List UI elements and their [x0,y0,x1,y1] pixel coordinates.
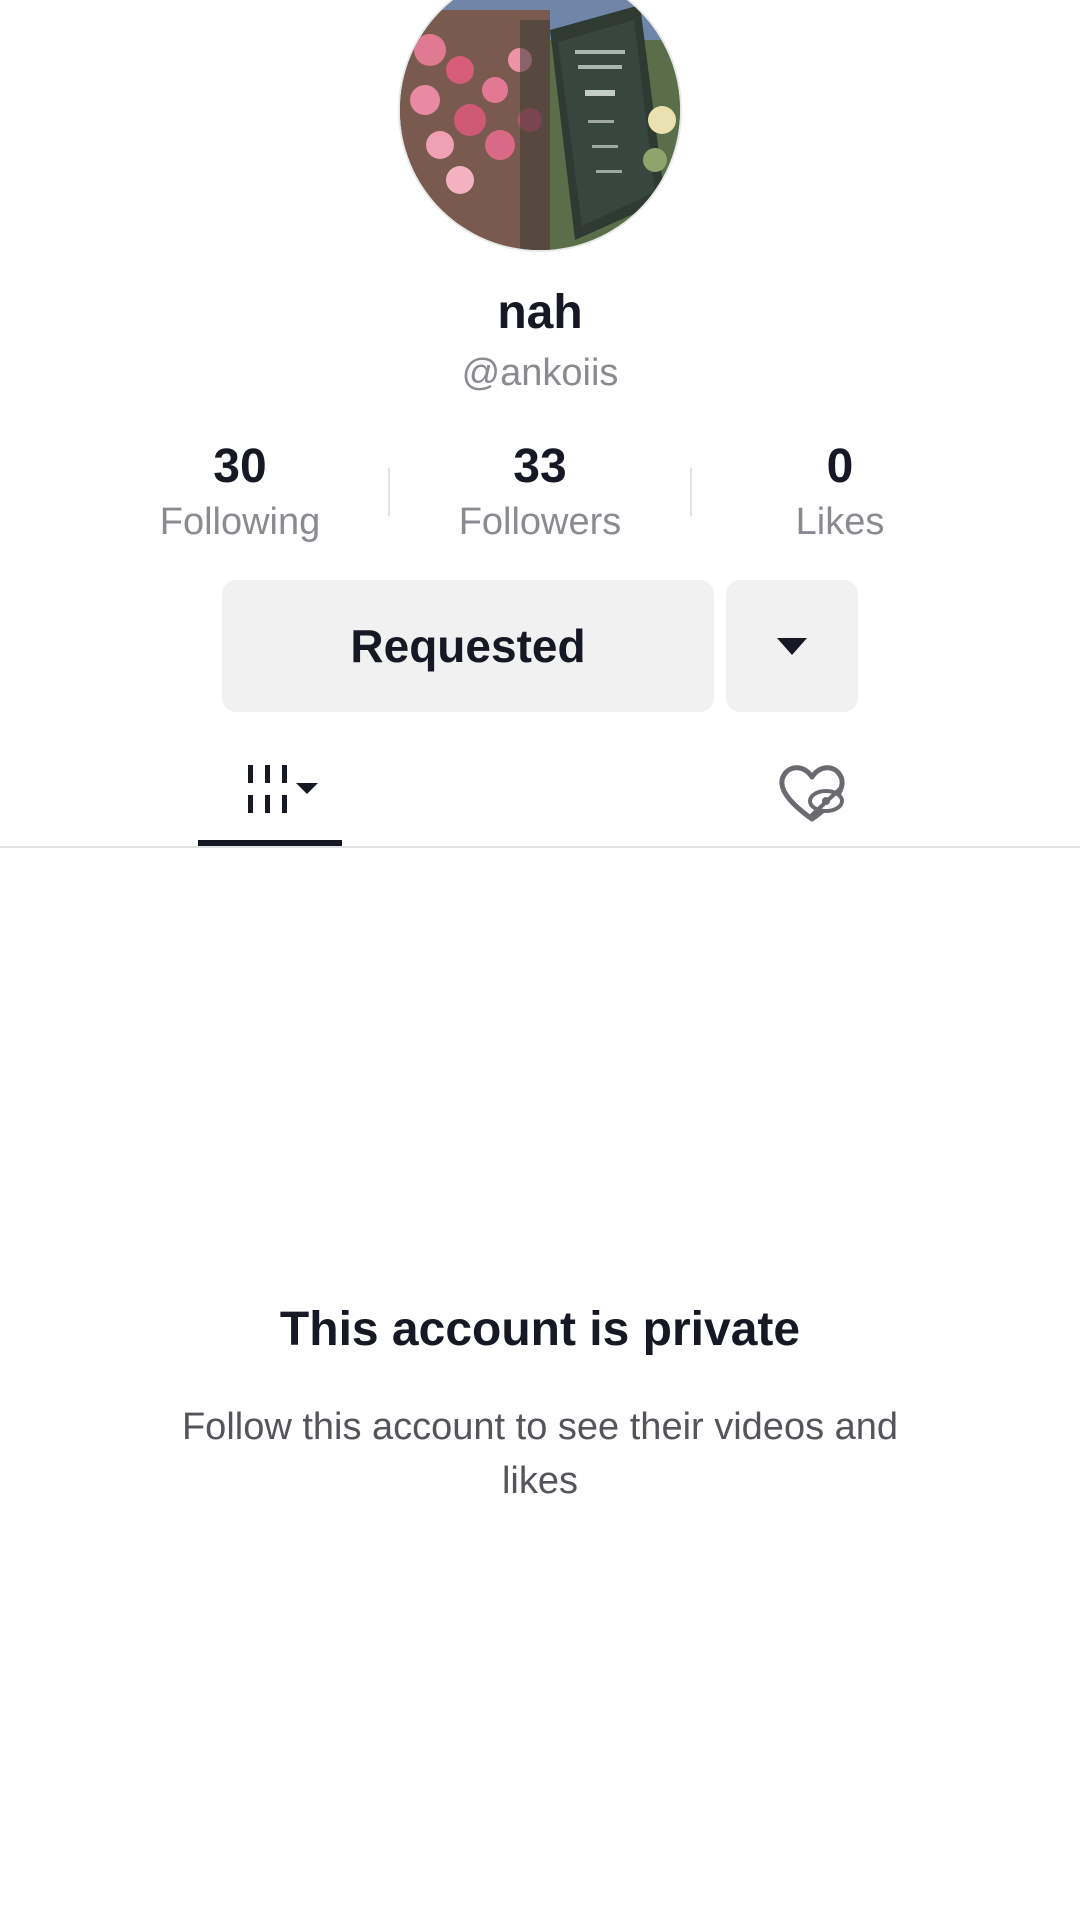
following-label: Following [159,501,321,543]
following-count: 30 [213,440,267,493]
likes-label: Likes [795,501,885,543]
more-options-button[interactable] [726,580,858,712]
followers-label: Followers [458,501,622,543]
stat-following[interactable]: 30 Following [110,438,370,548]
requested-button[interactable]: Requested [222,580,714,712]
followers-count: 33 [513,440,567,493]
hidden-heart-icon [779,765,845,822]
likes-count: 0 [826,440,854,493]
stat-divider [388,468,390,516]
stat-followers[interactable]: 33 Followers [410,438,670,548]
avatar[interactable] [400,0,680,250]
profile-tabs [0,740,1080,848]
avatar-photo [400,0,680,250]
caret-down-icon [777,638,807,655]
tab-videos[interactable] [198,740,342,846]
tab-liked[interactable] [760,740,864,846]
stat-divider [690,468,692,516]
grid-icon [248,765,318,813]
private-account-title: This account is private [279,1303,801,1356]
username: @ankoiis [461,352,619,394]
display-name: nah [497,286,583,339]
active-tab-indicator [198,840,342,846]
stat-likes[interactable]: 0 Likes [710,438,970,548]
private-account-description: Follow this account to see their videos … [181,1406,899,1502]
profile-stats: 30 Following 33 Followers 0 Likes [0,438,1080,548]
